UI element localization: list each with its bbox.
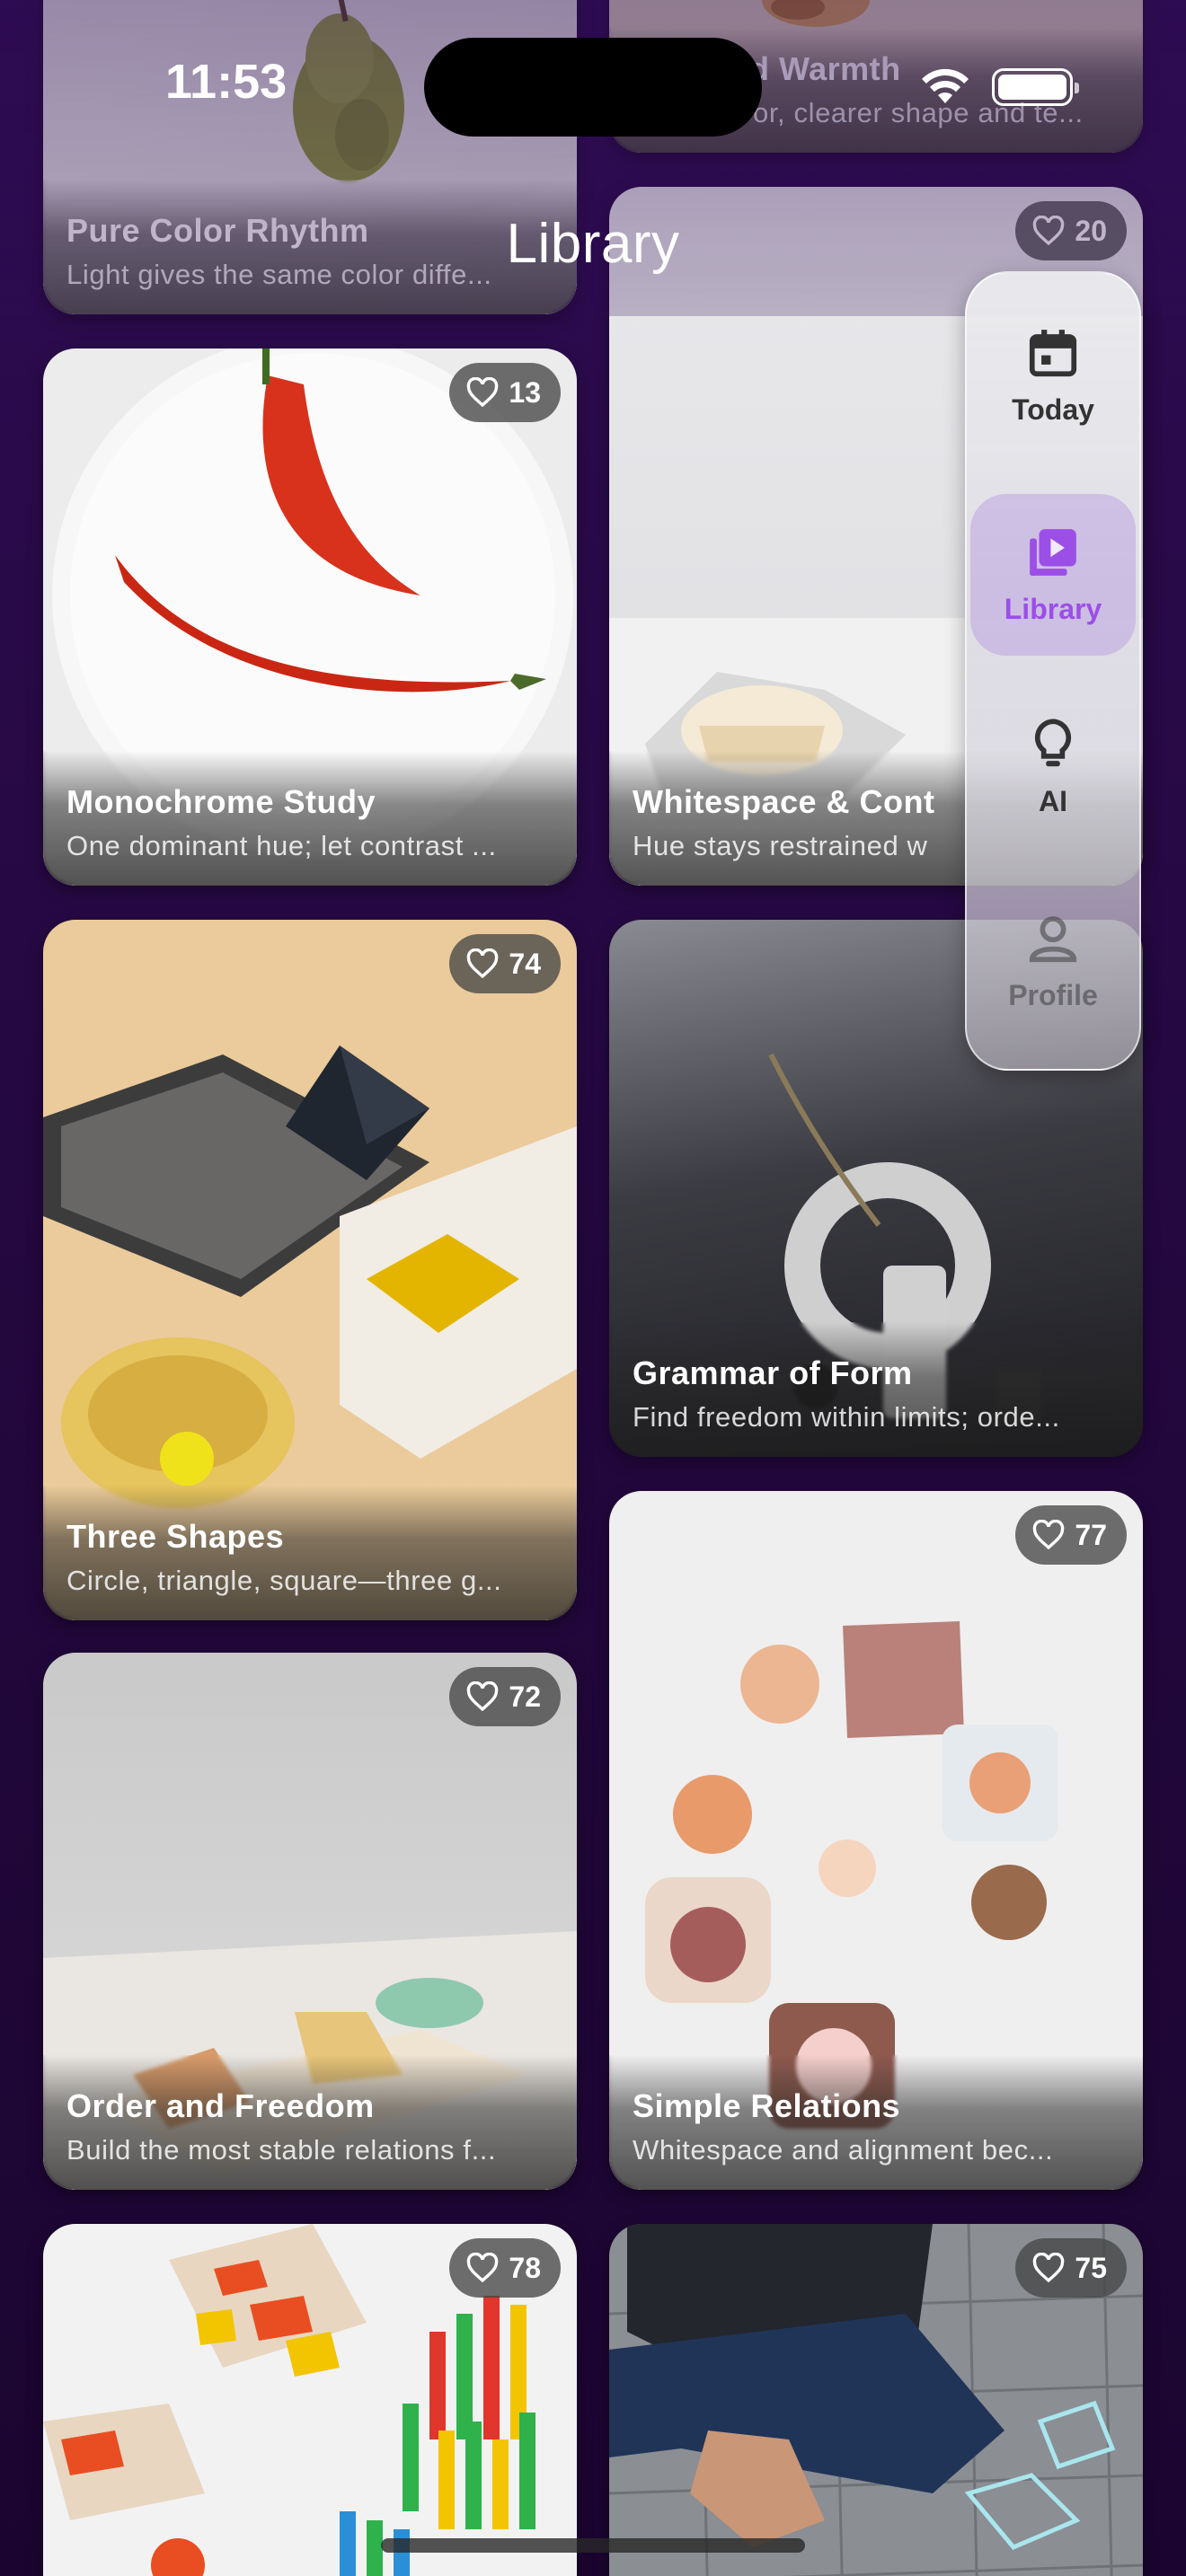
wifi-icon — [922, 68, 969, 103]
library-card[interactable]: 78 — [43, 2224, 577, 2576]
page-title: Library — [506, 213, 680, 275]
library-card[interactable]: 75 — [609, 2224, 1143, 2576]
heart-icon — [467, 1681, 499, 1712]
nav-item-profile[interactable]: Profile — [970, 880, 1136, 1042]
like-count: 74 — [509, 947, 541, 980]
like-count: 78 — [509, 2251, 541, 2284]
calendar-icon — [1029, 329, 1077, 376]
heart-icon — [1033, 2253, 1065, 2283]
nav-item-ai[interactable]: AI — [970, 686, 1136, 848]
card-title: Simple Relations — [633, 2087, 901, 2124]
card-subtitle: Find freedom within limits; orde... — [633, 1401, 1060, 1433]
heart-icon — [467, 948, 499, 979]
like-count: 75 — [1075, 2251, 1107, 2284]
nav-item-label: AI — [1039, 784, 1067, 817]
card-subtitle: Whitespace and alignment bec... — [633, 2134, 1054, 2166]
like-badge[interactable]: 13 — [449, 363, 561, 422]
like-badge[interactable]: 75 — [1015, 2238, 1127, 2298]
status-bar: 11:53 — [0, 0, 1186, 171]
heart-icon — [467, 377, 499, 408]
dynamic-island — [424, 38, 762, 137]
library-card[interactable]: 72 Order and Freedom Build the most stab… — [43, 1653, 577, 2190]
lightbulb-icon — [1034, 718, 1072, 766]
card-title: Monochrome Study — [66, 783, 376, 820]
library-card[interactable]: 77 Simple Relations Whitespace and align… — [609, 1491, 1143, 2190]
library-card[interactable]: 13 Monochrome Study One dominant hue; le… — [43, 348, 577, 886]
play-library-icon — [1030, 528, 1076, 576]
like-badge[interactable]: 77 — [1015, 1505, 1127, 1565]
nav-item-library[interactable]: Library — [970, 494, 1136, 656]
like-badge[interactable]: 74 — [449, 934, 561, 993]
nav-item-today[interactable]: Today — [970, 295, 1136, 456]
card-title: Grammar of Form — [633, 1354, 913, 1391]
nav-item-label: Library — [1004, 592, 1102, 625]
like-badge[interactable]: 78 — [449, 2238, 561, 2298]
status-time: 11:53 — [165, 55, 288, 109]
home-indicator[interactable] — [381, 2538, 805, 2553]
nav-item-label: Today — [1012, 393, 1094, 426]
card-title: Three Shapes — [66, 1518, 285, 1555]
card-title: Order and Freedom — [66, 2087, 375, 2124]
like-count: 72 — [509, 1680, 541, 1713]
like-count: 77 — [1075, 1518, 1107, 1551]
library-card[interactable]: 74 Three Shapes Circle, triangle, square… — [43, 920, 577, 1620]
like-badge[interactable]: 72 — [449, 1667, 561, 1726]
like-count: 13 — [509, 375, 541, 409]
card-subtitle: Build the most stable relations f... — [66, 2134, 497, 2166]
card-subtitle: Circle, triangle, square—three g... — [66, 1565, 502, 1596]
battery-icon — [992, 68, 1079, 106]
side-nav-rail: Today Library AI Profile — [965, 271, 1141, 1071]
heart-icon — [467, 2253, 499, 2283]
heart-icon — [1033, 1520, 1065, 1550]
card-subtitle: One dominant hue; let contrast ... — [66, 830, 497, 861]
nav-item-label: Profile — [1008, 978, 1098, 1011]
person-icon — [1029, 915, 1077, 962]
